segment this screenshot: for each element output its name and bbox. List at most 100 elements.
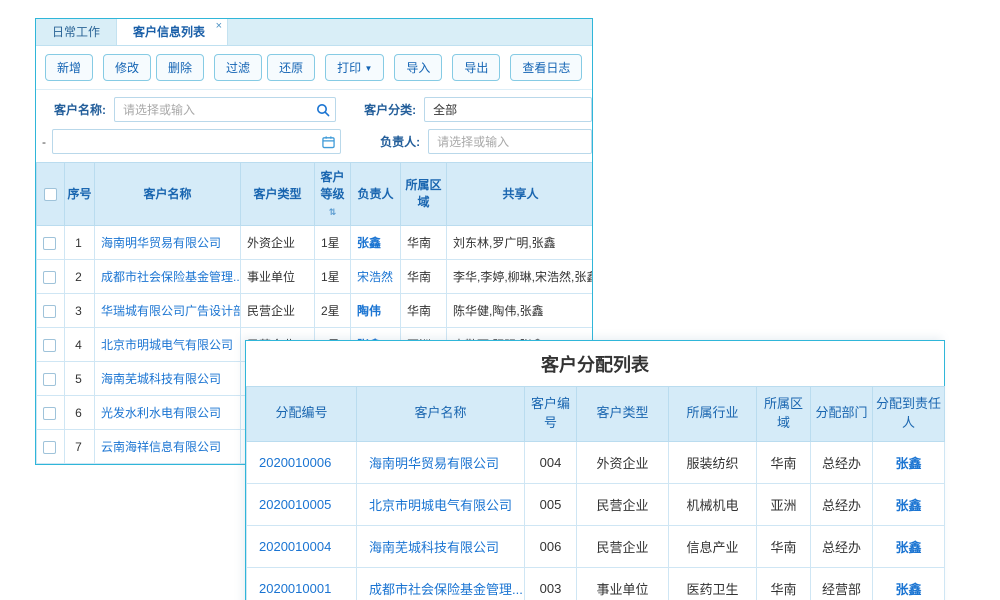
add-button[interactable]: 新增	[45, 54, 93, 81]
col-header-customer-level[interactable]: 客户等级 ⇅	[315, 163, 351, 226]
owner-input[interactable]	[428, 129, 592, 154]
customer-name-link[interactable]: 云南海祥信息有限公司	[101, 440, 221, 454]
cell-region: 华南	[757, 567, 811, 600]
cell-region: 华南	[401, 294, 447, 328]
table-row[interactable]: 2020010004 海南芜城科技有限公司 006 民营企业 信息产业 华南 总…	[247, 525, 945, 567]
cell-type: 民营企业	[577, 525, 669, 567]
table-row[interactable]: 1 海南明华贸易有限公司 外资企业 1星 张鑫 华南 刘东林,罗广明,张鑫	[37, 226, 594, 260]
customer-name-link[interactable]: 海南芜城科技有限公司	[369, 540, 499, 555]
customer-name-link[interactable]: 北京市明城电气有限公司	[369, 498, 512, 513]
print-label: 打印	[337, 61, 361, 75]
customer-allocation-panel: 客户分配列表 分配编号 客户名称 客户编号 客户类型 所属行业 所属区域 分配部…	[245, 340, 945, 600]
customer-category-label: 客户分类:	[364, 101, 416, 118]
customer-name-link[interactable]: 华瑞城有限公司广告设计部	[101, 304, 241, 318]
row-checkbox[interactable]	[43, 271, 56, 284]
cell-shared: 陈华健,陶伟,张鑫	[447, 294, 594, 328]
cell-type: 外资企业	[241, 226, 315, 260]
customer-name-link[interactable]: 海南明华贸易有限公司	[369, 456, 499, 471]
row-checkbox[interactable]	[43, 373, 56, 386]
cell-industry: 信息产业	[669, 525, 757, 567]
alloc-no-link[interactable]: 2020010005	[259, 497, 331, 512]
view-log-button[interactable]: 查看日志	[510, 54, 582, 81]
customer-name-link[interactable]: 成都市社会保险基金管理...	[369, 582, 523, 597]
owner-link[interactable]: 宋浩然	[357, 270, 393, 284]
cell-type: 民营企业	[241, 294, 315, 328]
toolbar: 新增 修改 删除 过滤 还原 打印 ▼ 导入 导出 查看日志	[36, 46, 592, 90]
date-to-input[interactable]	[52, 129, 341, 154]
cell-type: 外资企业	[577, 441, 669, 483]
cell-region: 华南	[757, 441, 811, 483]
customer-name-label: 客户名称:	[54, 101, 106, 118]
alloc-no-link[interactable]: 2020010001	[259, 581, 331, 596]
row-checkbox[interactable]	[43, 441, 56, 454]
cell-industry: 服装纺织	[669, 441, 757, 483]
row-checkbox[interactable]	[43, 339, 56, 352]
cell-dept: 经营部	[811, 567, 873, 600]
owner-link[interactable]: 张鑫	[357, 236, 381, 250]
cell-no: 7	[65, 430, 95, 464]
assignee-link[interactable]: 张鑫	[895, 540, 921, 555]
tab-daily-work[interactable]: 日常工作	[36, 19, 117, 45]
cell-region: 华南	[757, 525, 811, 567]
cell-no: 2	[65, 260, 95, 294]
owner-link[interactable]: 陶伟	[357, 304, 381, 318]
select-all-checkbox[interactable]	[44, 188, 57, 201]
table-row[interactable]: 3 华瑞城有限公司广告设计部 民营企业 2星 陶伟 华南 陈华健,陶伟,张鑫	[37, 294, 594, 328]
col-header-assignee: 分配到责任人	[873, 387, 945, 442]
sort-icon[interactable]: ⇅	[329, 207, 337, 217]
search-icon[interactable]	[316, 103, 330, 117]
customer-name-link[interactable]: 光发水利水电有限公司	[101, 406, 221, 420]
table-row[interactable]: 2020010005 北京市明城电气有限公司 005 民营企业 机械机电 亚洲 …	[247, 483, 945, 525]
filter-button[interactable]: 过滤	[214, 54, 262, 81]
customer-name-link[interactable]: 海南明华贸易有限公司	[101, 236, 221, 250]
cell-region: 华南	[401, 226, 447, 260]
col-header-customer-name: 客户名称	[357, 387, 525, 442]
cell-type: 事业单位	[577, 567, 669, 600]
row-checkbox[interactable]	[43, 237, 56, 250]
col-header-customer-type: 客户类型	[577, 387, 669, 442]
cell-type: 民营企业	[577, 483, 669, 525]
cell-region: 华南	[401, 260, 447, 294]
export-button[interactable]: 导出	[452, 54, 500, 81]
delete-button[interactable]: 删除	[156, 54, 204, 81]
cell-shared: 李华,李婷,柳琳,宋浩然,张鑫	[447, 260, 594, 294]
row-checkbox[interactable]	[43, 305, 56, 318]
tab-customer-info-list[interactable]: 客户信息列表 ×	[117, 19, 228, 45]
table-header-row: 分配编号 客户名称 客户编号 客户类型 所属行业 所属区域 分配部门 分配到责任…	[247, 387, 945, 442]
cell-industry: 机械机电	[669, 483, 757, 525]
alloc-no-link[interactable]: 2020010006	[259, 455, 331, 470]
close-tab-icon[interactable]: ×	[216, 21, 222, 32]
col-header-industry: 所属行业	[669, 387, 757, 442]
app-canvas: 日常工作 客户信息列表 × 新增 修改 删除 过滤 还原 打印 ▼	[0, 0, 1000, 600]
customer-name-link[interactable]: 海南芜城科技有限公司	[101, 372, 221, 386]
cell-shared: 刘东林,罗广明,张鑫	[447, 226, 594, 260]
customer-name-link[interactable]: 北京市明城电气有限公司	[101, 338, 233, 352]
alloc-no-link[interactable]: 2020010004	[259, 539, 331, 554]
modify-button[interactable]: 修改	[103, 54, 151, 81]
cell-customer-no: 005	[525, 483, 577, 525]
import-button[interactable]: 导入	[394, 54, 442, 81]
cell-dept: 总经办	[811, 483, 873, 525]
col-header-region: 所属区域	[757, 387, 811, 442]
print-button[interactable]: 打印 ▼	[325, 54, 384, 81]
assignee-link[interactable]: 张鑫	[895, 582, 921, 597]
date-range-separator: -	[42, 135, 46, 149]
customer-name-link[interactable]: 成都市社会保险基金管理...	[101, 270, 241, 284]
cell-no: 3	[65, 294, 95, 328]
col-header-customer-no: 客户编号	[525, 387, 577, 442]
table-row[interactable]: 2020010001 成都市社会保险基金管理... 003 事业单位 医药卫生 …	[247, 567, 945, 600]
calendar-icon[interactable]	[322, 135, 335, 148]
table-row[interactable]: 2020010006 海南明华贸易有限公司 004 外资企业 服装纺织 华南 总…	[247, 441, 945, 483]
row-checkbox[interactable]	[43, 407, 56, 420]
assignee-link[interactable]: 张鑫	[895, 498, 921, 513]
cell-dept: 总经办	[811, 441, 873, 483]
table-row[interactable]: 2 成都市社会保险基金管理... 事业单位 1星 宋浩然 华南 李华,李婷,柳琳…	[37, 260, 594, 294]
col-header-alloc-no: 分配编号	[247, 387, 357, 442]
owner-label: 负责人:	[380, 133, 420, 150]
customer-name-input[interactable]	[114, 97, 336, 122]
assignee-link[interactable]: 张鑫	[895, 456, 921, 471]
col-header-label: 客户等级	[320, 170, 344, 201]
restore-button[interactable]: 还原	[267, 54, 315, 81]
cell-no: 5	[65, 362, 95, 396]
customer-category-select[interactable]	[424, 97, 592, 122]
